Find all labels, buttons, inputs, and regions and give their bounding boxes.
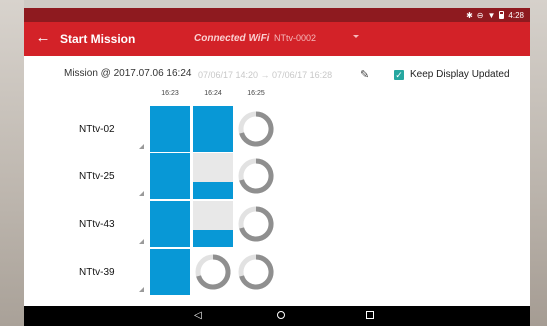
- data-cell-full[interactable]: [150, 249, 190, 295]
- loading-spinner-icon: [193, 249, 233, 295]
- time-column-label: 16:25: [247, 90, 265, 97]
- background-left: [0, 0, 24, 326]
- wifi-icon: ▼: [487, 10, 496, 20]
- pencil-icon[interactable]: ✎: [360, 68, 369, 81]
- loading-spinner-icon: [236, 153, 276, 199]
- time-column-label: 16:24: [204, 90, 222, 97]
- keep-display-label: Keep Display Updated: [410, 69, 510, 80]
- arrow-back-icon[interactable]: ←: [34, 29, 52, 47]
- data-cell-fill: [193, 229, 233, 247]
- device-row-label: NTtv-25: [79, 171, 115, 182]
- device-screen: ✱ ⊖ ▼ 4:28 ← Start Mission Connected WiF…: [24, 8, 530, 326]
- data-cell-full[interactable]: [150, 153, 190, 199]
- data-cell-fill: [193, 181, 233, 199]
- app-title: Start Mission: [60, 32, 136, 46]
- bluetooth-icon: ✱: [466, 10, 473, 20]
- chevron-down-icon[interactable]: [353, 35, 359, 38]
- app-bar: ← Start Mission Connected WiFi NTtv-0002: [24, 22, 530, 56]
- device-row-label: NTtv-39: [79, 267, 115, 278]
- resize-handle-icon[interactable]: [139, 144, 144, 149]
- background-right: [530, 0, 547, 326]
- mission-name: Mission @ 2017.07.06 16:24: [64, 68, 192, 79]
- loading-spinner-icon: [236, 106, 276, 152]
- data-cell-partial[interactable]: [193, 153, 233, 199]
- mission-header: Mission @ 2017.07.06 16:24 07/06/17 14:2…: [24, 56, 530, 84]
- nav-recents-icon[interactable]: [366, 311, 374, 319]
- device-row-label: NTtv-43: [79, 219, 115, 230]
- connection-select[interactable]: NTtv-0002: [274, 33, 316, 43]
- keep-display-checkbox[interactable]: ✓: [394, 70, 404, 80]
- status-bar: ✱ ⊖ ▼ 4:28: [24, 8, 530, 22]
- loading-spinner-icon: [236, 249, 276, 295]
- loading-spinner-icon: [236, 201, 276, 247]
- nav-home-icon[interactable]: [277, 311, 285, 319]
- navigation-bar: ◁: [24, 306, 530, 326]
- data-cell-full[interactable]: [150, 106, 190, 152]
- resize-handle-icon[interactable]: [139, 191, 144, 196]
- data-cell-partial[interactable]: [193, 201, 233, 247]
- data-cell-full[interactable]: [150, 201, 190, 247]
- nav-back-icon[interactable]: ◁: [194, 310, 202, 321]
- status-time: 4:28: [508, 10, 524, 20]
- resize-handle-icon[interactable]: [139, 287, 144, 292]
- dnd-icon: ⊖: [476, 10, 484, 20]
- time-column-label: 16:23: [161, 90, 179, 97]
- data-cell-full[interactable]: [193, 106, 233, 152]
- resize-handle-icon[interactable]: [139, 239, 144, 244]
- device-row-label: NTtv-02: [79, 124, 115, 135]
- battery-icon: [499, 11, 505, 19]
- mission-time-range: 07/06/17 14:20 → 07/06/17 16:28: [198, 70, 333, 80]
- connection-label: Connected WiFi: [194, 33, 270, 44]
